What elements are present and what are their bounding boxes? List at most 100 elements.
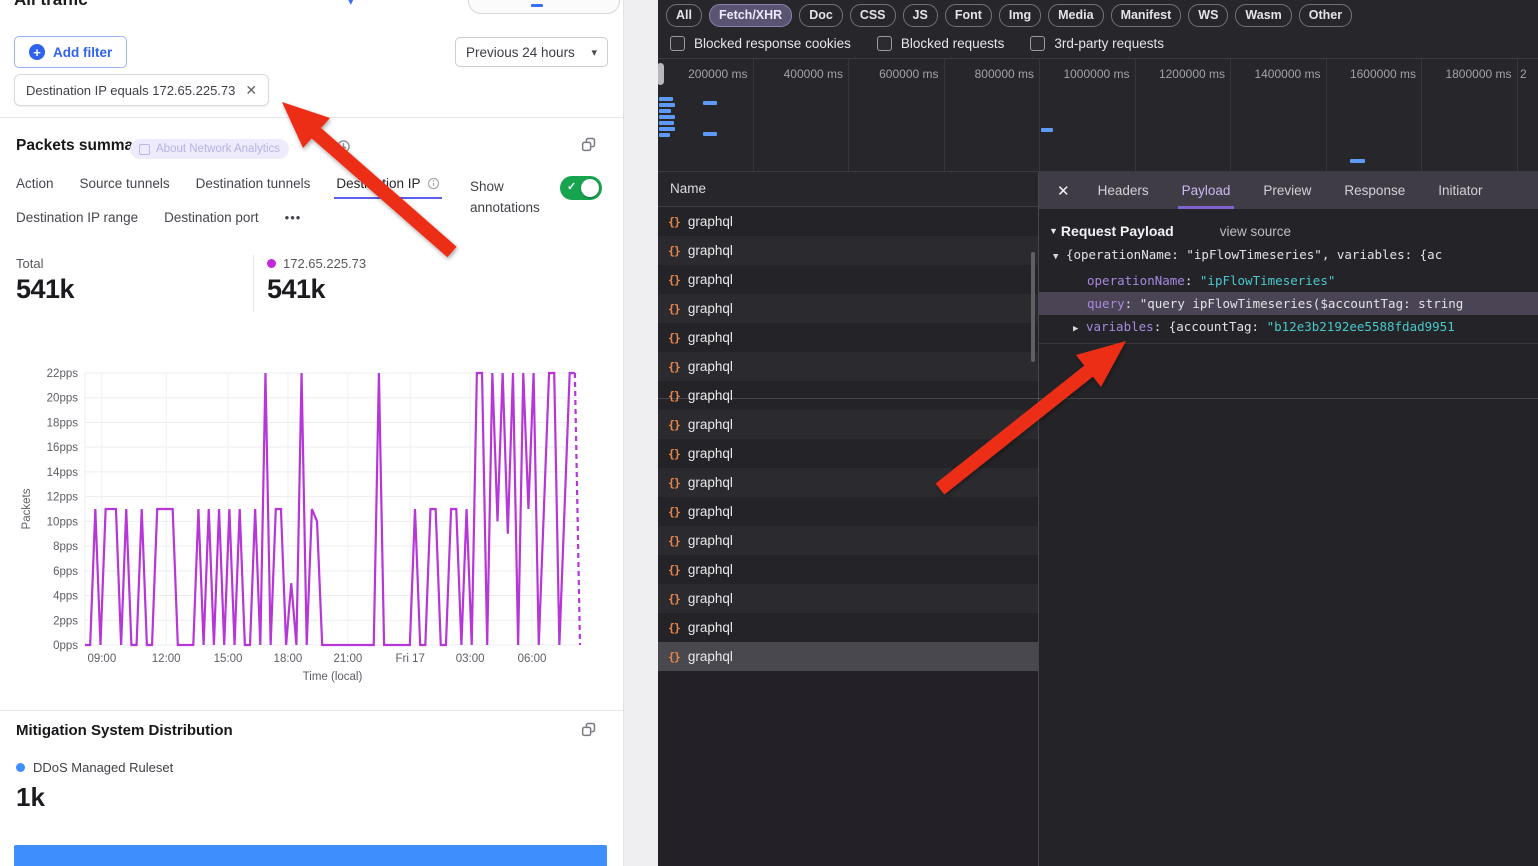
y-axis-title: Packets: [21, 488, 33, 529]
x-tick-label: 12:00: [152, 653, 181, 665]
scrollbar-thumb[interactable]: [1031, 252, 1035, 362]
expand-panel-icon[interactable]: [580, 136, 597, 153]
filter-pill-media[interactable]: Media: [1048, 4, 1103, 27]
request-row[interactable]: {}graphql: [658, 526, 1038, 555]
filter-pill-wasm[interactable]: Wasm: [1235, 4, 1291, 27]
filter-pill-css[interactable]: CSS: [850, 4, 896, 27]
checkbox-box-icon[interactable]: [670, 36, 685, 51]
request-row[interactable]: {}graphql: [658, 236, 1038, 265]
request-name: graphql: [688, 243, 733, 258]
triangle-down-icon[interactable]: ▼: [1053, 252, 1058, 262]
tab-response[interactable]: Response: [1344, 172, 1405, 209]
add-filter-button[interactable]: + Add filter: [14, 36, 127, 68]
request-detail-panel: ✕ Headers Payload Preview Response Initiator…: [1038, 172, 1538, 866]
tab-destination-ip[interactable]: Destination IP: [336, 176, 440, 199]
braces-icon: {}: [668, 447, 680, 461]
payload-line-query[interactable]: query: "query ipFlowTimeseries($accountT…: [1039, 292, 1538, 315]
request-name: graphql: [688, 620, 733, 635]
payload-line-operationName[interactable]: operationName: "ipFlowTimeseries": [1039, 269, 1538, 292]
packets-timeseries-chart[interactable]: 0pps2pps4pps6pps8pps10pps12pps14pps16pps…: [0, 358, 622, 692]
request-row[interactable]: {}graphql: [658, 352, 1038, 381]
request-row[interactable]: {}graphql: [658, 381, 1038, 410]
checkbox-box-icon[interactable]: [877, 36, 892, 51]
request-row[interactable]: {}graphql: [658, 613, 1038, 642]
tab-action[interactable]: Action: [16, 176, 54, 199]
detail-tabs: Headers Payload Preview Response Initiator: [1098, 172, 1483, 209]
waterfall-bar: [703, 101, 717, 105]
filter-pill-js[interactable]: JS: [903, 4, 938, 27]
request-name: graphql: [688, 591, 733, 606]
about-network-analytics-badge[interactable]: About Network Analytics: [130, 139, 289, 159]
request-name: graphql: [688, 475, 733, 490]
request-row[interactable]: {}graphql: [658, 410, 1038, 439]
name-column-header[interactable]: Name: [658, 172, 1038, 207]
request-name: graphql: [688, 359, 733, 374]
request-name: graphql: [688, 649, 733, 664]
ruler-label: 800000 ms: [946, 67, 1034, 81]
payload-line-variables[interactable]: ▶ variables: {accountTag: "b12e3b2192ee5…: [1039, 315, 1538, 341]
tab-destination-ip-range[interactable]: Destination IP range: [16, 210, 138, 233]
payload-line-root[interactable]: ▼ {operationName: "ipFlowTimeseries", va…: [1039, 243, 1538, 269]
mitigation-bar[interactable]: [14, 845, 607, 866]
filter-pill-doc[interactable]: Doc: [799, 4, 843, 27]
request-row[interactable]: {}graphql: [658, 584, 1038, 613]
checkbox-3rd-party-requests[interactable]: 3rd-party requests: [1030, 36, 1164, 51]
tab-source-tunnels[interactable]: Source tunnels: [80, 176, 170, 199]
filter-pill-other[interactable]: Other: [1299, 4, 1352, 27]
filter-chip[interactable]: Destination IP equals 172.65.225.73 ✕: [14, 74, 269, 106]
tab-destination-tunnels[interactable]: Destination tunnels: [196, 176, 311, 199]
tab-preview[interactable]: Preview: [1263, 172, 1311, 209]
request-row[interactable]: {}graphql: [658, 555, 1038, 584]
mitigation-value: 1k: [16, 782, 45, 813]
request-row[interactable]: {}graphql: [658, 497, 1038, 526]
braces-icon: {}: [668, 650, 680, 664]
stat-destination-ip[interactable]: 172.65.225.73 541k: [267, 256, 366, 305]
tab-initiator[interactable]: Initiator: [1438, 172, 1482, 209]
request-row[interactable]: {}graphql: [658, 207, 1038, 236]
more-tabs-button[interactable]: •••: [285, 210, 302, 233]
close-icon[interactable]: ✕: [1057, 182, 1070, 200]
time-range-label: Previous 24 hours: [466, 45, 575, 60]
y-tick-label: 6pps: [53, 566, 78, 578]
filter-pill-img[interactable]: Img: [999, 4, 1041, 27]
time-range-dropdown[interactable]: Previous 24 hours ▾: [455, 37, 608, 67]
request-row[interactable]: {}graphql: [658, 265, 1038, 294]
tab-destination-port[interactable]: Destination port: [164, 210, 259, 233]
ruler-label: 600000 ms: [851, 67, 939, 81]
request-name: graphql: [688, 504, 733, 519]
remove-filter-icon[interactable]: ✕: [245, 82, 257, 99]
ruler-gridline: [753, 59, 754, 171]
filter-pill-fetch-xhr[interactable]: Fetch/XHR: [709, 4, 792, 27]
filter-pill-all[interactable]: All: [666, 4, 702, 27]
y-tick-label: 10pps: [47, 516, 79, 528]
request-row[interactable]: {} graphql: [658, 642, 1038, 671]
request-row[interactable]: {}graphql: [658, 468, 1038, 497]
checkbox-box-icon[interactable]: [1030, 36, 1045, 51]
expand-panel-icon[interactable]: [580, 721, 597, 738]
checkbox-blocked-response-cookies[interactable]: Blocked response cookies: [670, 36, 851, 51]
request-row[interactable]: {}graphql: [658, 439, 1038, 468]
network-filter-checkboxes: Blocked response cookies Blocked requests…: [670, 30, 1164, 57]
triangle-right-icon[interactable]: ▶: [1073, 324, 1078, 334]
checkbox-blocked-requests[interactable]: Blocked requests: [877, 36, 1005, 51]
mitigation-legend[interactable]: DDoS Managed Ruleset: [16, 760, 173, 775]
request-name: graphql: [688, 301, 733, 316]
braces-icon: {}: [668, 389, 680, 403]
filter-pill-manifest[interactable]: Manifest: [1111, 4, 1182, 27]
request-row[interactable]: {}graphql: [658, 323, 1038, 352]
show-annotations-toggle[interactable]: ✓: [560, 176, 602, 200]
ruler-label: 400000 ms: [755, 67, 843, 81]
history-clock-icon: [336, 139, 351, 154]
y-tick-label: 8pps: [53, 541, 78, 553]
request-name: graphql: [688, 330, 733, 345]
filter-pill-font[interactable]: Font: [945, 4, 992, 27]
tab-headers[interactable]: Headers: [1098, 172, 1149, 209]
request-row[interactable]: {}graphql: [658, 294, 1038, 323]
view-source-link[interactable]: view source: [1220, 224, 1291, 239]
filter-pill-ws[interactable]: WS: [1188, 4, 1228, 27]
waterfall-overview[interactable]: 200000 ms400000 ms600000 ms800000 ms1000…: [658, 58, 1538, 172]
series-dot: [267, 259, 276, 268]
tab-payload[interactable]: Payload: [1182, 172, 1231, 209]
packets-series-dashed-tail: [575, 373, 580, 645]
collapse-triangle-icon[interactable]: ▼: [1049, 226, 1058, 236]
